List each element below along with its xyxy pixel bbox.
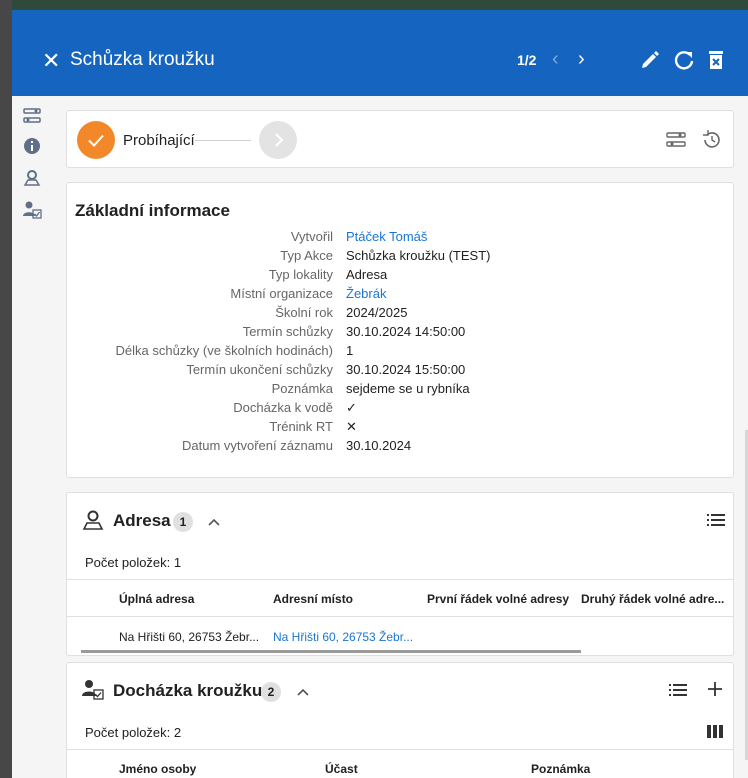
- column-header[interactable]: Účast: [325, 762, 358, 776]
- record-header: ✕ Schůzka kroužku 1/2 ‹ ›: [12, 10, 748, 96]
- column-header[interactable]: Jméno osoby: [119, 762, 196, 776]
- info-row: Typ lokality Adresa: [67, 265, 735, 284]
- info-label: Termín schůzky: [242, 324, 333, 339]
- info-row: Datum vytvoření záznamu 30.10.2024: [67, 436, 735, 455]
- attendance-section: Docházka kroužku 2 Počet položek: 2 Jmén…: [66, 662, 734, 778]
- info-label: Školní rok: [275, 305, 333, 320]
- column-header[interactable]: Úplná adresa: [119, 592, 194, 606]
- info-label: Délka schůzky (ve školních hodinách): [115, 343, 334, 358]
- workflow-icon[interactable]: [22, 106, 42, 126]
- info-row: Trénink RT ✕: [67, 417, 735, 436]
- next-step-button[interactable]: [259, 121, 297, 159]
- list-view-icon[interactable]: [707, 513, 725, 527]
- info-label: Datum vytvoření záznamu: [181, 438, 333, 453]
- columns-icon[interactable]: [707, 725, 723, 738]
- cross-icon: ✕: [346, 419, 357, 434]
- info-value: 30.10.2024 15:50:00: [346, 362, 466, 377]
- chevron-up-icon[interactable]: [295, 684, 311, 700]
- attendance-count-badge: 2: [261, 682, 281, 702]
- next-record-button[interactable]: ›: [578, 48, 585, 71]
- info-label: Vytvořil: [290, 229, 333, 244]
- step-completed: [77, 121, 115, 159]
- info-value: sejdeme se u rybníka: [346, 381, 470, 396]
- info-row: Školní rok 2024/2025: [67, 303, 735, 322]
- step-label: Probíhající: [123, 132, 195, 149]
- refresh-icon[interactable]: [672, 48, 696, 72]
- table-cell: Na Hřišti 60, 26753 Žebr...: [119, 630, 260, 644]
- workflow-icon[interactable]: [665, 129, 687, 151]
- info-icon[interactable]: [22, 136, 42, 156]
- address-table-header: Úplná adresa Adresní místo První řádek v…: [67, 579, 733, 617]
- check-icon: [88, 134, 104, 147]
- info-value: 1: [346, 343, 354, 358]
- chevron-up-icon[interactable]: [206, 514, 222, 530]
- info-label: Typ lokality: [268, 267, 333, 282]
- info-row: Délka schůzky (ve školních hodinách) 1: [67, 341, 735, 360]
- info-label: Termín ukončení schůzky: [186, 362, 333, 377]
- info-row: Typ Akce Schůzka kroužku (TEST): [67, 246, 735, 265]
- add-icon[interactable]: [707, 681, 723, 697]
- info-label: Místní organizace: [230, 286, 333, 301]
- attendance-icon: [82, 680, 104, 700]
- side-toolbar: [12, 96, 52, 778]
- basic-info-card: Základní informace Vytvořil Ptáček Tomáš …: [66, 182, 734, 478]
- attendance-icon[interactable]: [22, 200, 42, 220]
- check-icon: ✓: [346, 400, 357, 415]
- table-cell-link[interactable]: Na Hřišti 60, 26753 Žebr...: [273, 630, 413, 644]
- attendance-table-header: Jméno osoby Účast Poznámka: [67, 749, 733, 778]
- desktop-edge: [0, 0, 12, 778]
- record-pager: 1/2: [517, 52, 537, 68]
- info-label: Typ Akce: [280, 248, 333, 263]
- info-value: 30.10.2024: [346, 438, 412, 453]
- previous-record-button[interactable]: ‹: [552, 48, 559, 71]
- info-row: Vytvořil Ptáček Tomáš: [67, 227, 735, 246]
- record-window: ✕ Schůzka kroužku 1/2 ‹ › Probíhající Zá…: [12, 10, 748, 778]
- info-row: Termín schůzky 30.10.2024 14:50:00: [67, 322, 735, 341]
- location-icon[interactable]: [22, 168, 42, 188]
- info-row: Místní organizace Žebrák: [67, 284, 735, 303]
- edit-icon[interactable]: [638, 48, 662, 72]
- column-header[interactable]: Poznámka: [531, 762, 590, 776]
- delete-icon[interactable]: [704, 48, 728, 72]
- history-icon[interactable]: [701, 129, 723, 151]
- location-icon: [82, 510, 104, 530]
- column-header[interactable]: První řádek volné adresy: [427, 592, 569, 606]
- step-connector: [195, 140, 251, 141]
- address-count-badge: 1: [173, 512, 193, 532]
- address-section: Adresa 1 Počet položek: 1 Úplná adresa A…: [66, 492, 734, 656]
- info-value[interactable]: Ptáček Tomáš: [346, 227, 427, 246]
- column-header[interactable]: Druhý řádek volné adre...: [581, 592, 724, 606]
- info-value: Adresa: [346, 267, 388, 282]
- info-value: 30.10.2024 14:50:00: [346, 324, 466, 339]
- attendance-section-title: Docházka kroužku: [113, 681, 263, 700]
- info-label: Trénink RT: [269, 419, 333, 434]
- info-value: 2024/2025: [346, 305, 408, 320]
- record-title: Schůzka kroužku: [70, 49, 215, 70]
- info-value[interactable]: Žebrák: [346, 284, 386, 303]
- info-row: Docházka k vodě ✓: [67, 398, 735, 417]
- attendance-item-count: Počet položek: 2: [85, 725, 182, 740]
- table-row[interactable]: Na Hřišti 60, 26753 Žebr... Na Hřišti 60…: [67, 617, 733, 653]
- info-value: Schůzka kroužku (TEST): [346, 248, 491, 263]
- info-row: Termín ukončení schůzky 30.10.2024 15:50:…: [67, 360, 735, 379]
- info-label: Docházka k vodě: [233, 400, 333, 415]
- basic-info-title: Základní informace: [75, 201, 230, 220]
- horizontal-scrollbar[interactable]: [81, 650, 581, 653]
- info-label: Poznámka: [271, 381, 333, 396]
- status-stepper: Probíhající: [66, 110, 734, 168]
- chevron-right-icon: [275, 133, 284, 147]
- address-item-count: Počet položek: 1: [85, 555, 182, 570]
- close-icon[interactable]: ✕: [42, 50, 60, 72]
- info-row: Poznámka sejdeme se u rybníka: [67, 379, 735, 398]
- address-section-title: Adresa: [113, 511, 171, 530]
- list-view-icon[interactable]: [669, 683, 687, 697]
- column-header[interactable]: Adresní místo: [273, 592, 353, 606]
